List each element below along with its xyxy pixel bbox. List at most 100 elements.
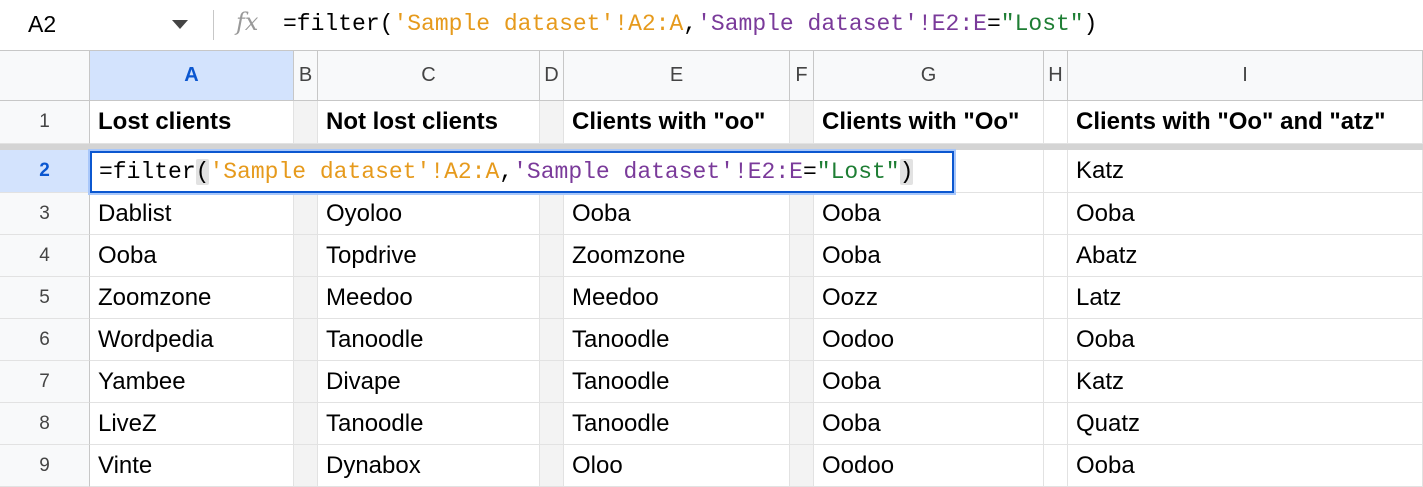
- cell-h1[interactable]: [1044, 101, 1068, 144]
- cell-h8[interactable]: [1044, 403, 1068, 445]
- column-header-i[interactable]: I: [1068, 51, 1423, 101]
- cell-d9[interactable]: [540, 445, 564, 487]
- row-header-8[interactable]: 8: [0, 403, 90, 445]
- cell-c1[interactable]: Not lost clients: [318, 101, 540, 144]
- cell-b8[interactable]: [294, 403, 318, 445]
- cell-a1[interactable]: Lost clients: [90, 101, 294, 144]
- row-header-3[interactable]: 3: [0, 193, 90, 235]
- cell-e3[interactable]: Ooba: [564, 193, 790, 235]
- cell-i8[interactable]: Quatz: [1068, 403, 1423, 445]
- cell-d4[interactable]: [540, 235, 564, 277]
- cell-c7[interactable]: Divape: [318, 361, 540, 403]
- cell-g5[interactable]: Oozz: [814, 277, 1044, 319]
- column-header-b[interactable]: B: [294, 51, 318, 101]
- cell-a8[interactable]: LiveZ: [90, 403, 294, 445]
- cell-h6[interactable]: [1044, 319, 1068, 361]
- column-header-e[interactable]: E: [564, 51, 790, 101]
- cell-f8[interactable]: [790, 403, 814, 445]
- cell-e8[interactable]: Tanoodle: [564, 403, 790, 445]
- cell-c6[interactable]: Tanoodle: [318, 319, 540, 361]
- column-header-c[interactable]: C: [318, 51, 540, 101]
- cell-i7[interactable]: Katz: [1068, 361, 1423, 403]
- cell-b9[interactable]: [294, 445, 318, 487]
- cell-g2[interactable]: [954, 150, 1044, 193]
- cell-e5[interactable]: Meedoo: [564, 277, 790, 319]
- cell-h5[interactable]: [1044, 277, 1068, 319]
- cell-f9[interactable]: [790, 445, 814, 487]
- cell-reference[interactable]: A2: [28, 11, 56, 38]
- cell-g9[interactable]: Oodoo: [814, 445, 1044, 487]
- cell-h9[interactable]: [1044, 445, 1068, 487]
- cell-g7[interactable]: Ooba: [814, 361, 1044, 403]
- cell-h7[interactable]: [1044, 361, 1068, 403]
- row-header-4[interactable]: 4: [0, 235, 90, 277]
- formula-input[interactable]: =filter('Sample dataset'!A2:A,'Sample da…: [283, 11, 1097, 37]
- cell-d7[interactable]: [540, 361, 564, 403]
- cell-g8[interactable]: Ooba: [814, 403, 1044, 445]
- cell-a4[interactable]: Ooba: [90, 235, 294, 277]
- column-header-h[interactable]: H: [1044, 51, 1068, 101]
- chevron-down-icon[interactable]: [172, 20, 188, 29]
- row-header-1[interactable]: 1: [0, 101, 90, 144]
- cell-i9[interactable]: Ooba: [1068, 445, 1423, 487]
- cell-e9[interactable]: Oloo: [564, 445, 790, 487]
- column-header-f[interactable]: F: [790, 51, 814, 101]
- cell-i4[interactable]: Abatz: [1068, 235, 1423, 277]
- cell-e4[interactable]: Zoomzone: [564, 235, 790, 277]
- cell-b1[interactable]: [294, 101, 318, 144]
- row-header-5[interactable]: 5: [0, 277, 90, 319]
- cell-c3[interactable]: Oyoloo: [318, 193, 540, 235]
- cell-b3[interactable]: [294, 193, 318, 235]
- cell-i1[interactable]: Clients with "Oo" and "atz": [1068, 101, 1423, 144]
- cell-h2[interactable]: [1044, 150, 1068, 193]
- frozen-row-divider[interactable]: [0, 144, 1423, 150]
- column-header-d[interactable]: D: [540, 51, 564, 101]
- cell-g3[interactable]: Ooba: [814, 193, 1044, 235]
- select-all-corner[interactable]: [0, 51, 90, 101]
- cell-b5[interactable]: [294, 277, 318, 319]
- cell-c9[interactable]: Dynabox: [318, 445, 540, 487]
- cell-b6[interactable]: [294, 319, 318, 361]
- cell-g1[interactable]: Clients with "Oo": [814, 101, 1044, 144]
- cell-e1[interactable]: Clients with "oo": [564, 101, 790, 144]
- cell-a6[interactable]: Wordpedia: [90, 319, 294, 361]
- cell-f7[interactable]: [790, 361, 814, 403]
- cell-a5[interactable]: Zoomzone: [90, 277, 294, 319]
- cell-i2[interactable]: Katz: [1068, 150, 1423, 193]
- cell-c5[interactable]: Meedoo: [318, 277, 540, 319]
- cell-a7[interactable]: Yambee: [90, 361, 294, 403]
- row-header-7[interactable]: 7: [0, 361, 90, 403]
- column-header-a[interactable]: A: [90, 51, 294, 101]
- cell-f3[interactable]: [790, 193, 814, 235]
- cell-e6[interactable]: Tanoodle: [564, 319, 790, 361]
- cell-f5[interactable]: [790, 277, 814, 319]
- cell-f4[interactable]: [790, 235, 814, 277]
- cell-a3[interactable]: Dablist: [90, 193, 294, 235]
- cell-c4[interactable]: Topdrive: [318, 235, 540, 277]
- active-cell-editor[interactable]: =filter('Sample dataset'!A2:A, 'Sample da…: [88, 149, 956, 195]
- column-header-g[interactable]: G: [814, 51, 1044, 101]
- cell-g4[interactable]: Ooba: [814, 235, 1044, 277]
- cell-i5[interactable]: Latz: [1068, 277, 1423, 319]
- cell-d1[interactable]: [540, 101, 564, 144]
- row-header-2[interactable]: 2: [0, 150, 90, 193]
- cell-f6[interactable]: [790, 319, 814, 361]
- name-box[interactable]: A2: [0, 0, 210, 50]
- cell-a9[interactable]: Vinte: [90, 445, 294, 487]
- cell-g6[interactable]: Oodoo: [814, 319, 1044, 361]
- cell-d5[interactable]: [540, 277, 564, 319]
- cell-b4[interactable]: [294, 235, 318, 277]
- cell-c8[interactable]: Tanoodle: [318, 403, 540, 445]
- cell-i3[interactable]: Ooba: [1068, 193, 1423, 235]
- cell-d6[interactable]: [540, 319, 564, 361]
- cell-f1[interactable]: [790, 101, 814, 144]
- row-header-6[interactable]: 6: [0, 319, 90, 361]
- row-header-9[interactable]: 9: [0, 445, 90, 487]
- cell-h3[interactable]: [1044, 193, 1068, 235]
- cell-d3[interactable]: [540, 193, 564, 235]
- cell-e7[interactable]: Tanoodle: [564, 361, 790, 403]
- cell-i6[interactable]: Ooba: [1068, 319, 1423, 361]
- cell-b7[interactable]: [294, 361, 318, 403]
- cell-d8[interactable]: [540, 403, 564, 445]
- cell-h4[interactable]: [1044, 235, 1068, 277]
